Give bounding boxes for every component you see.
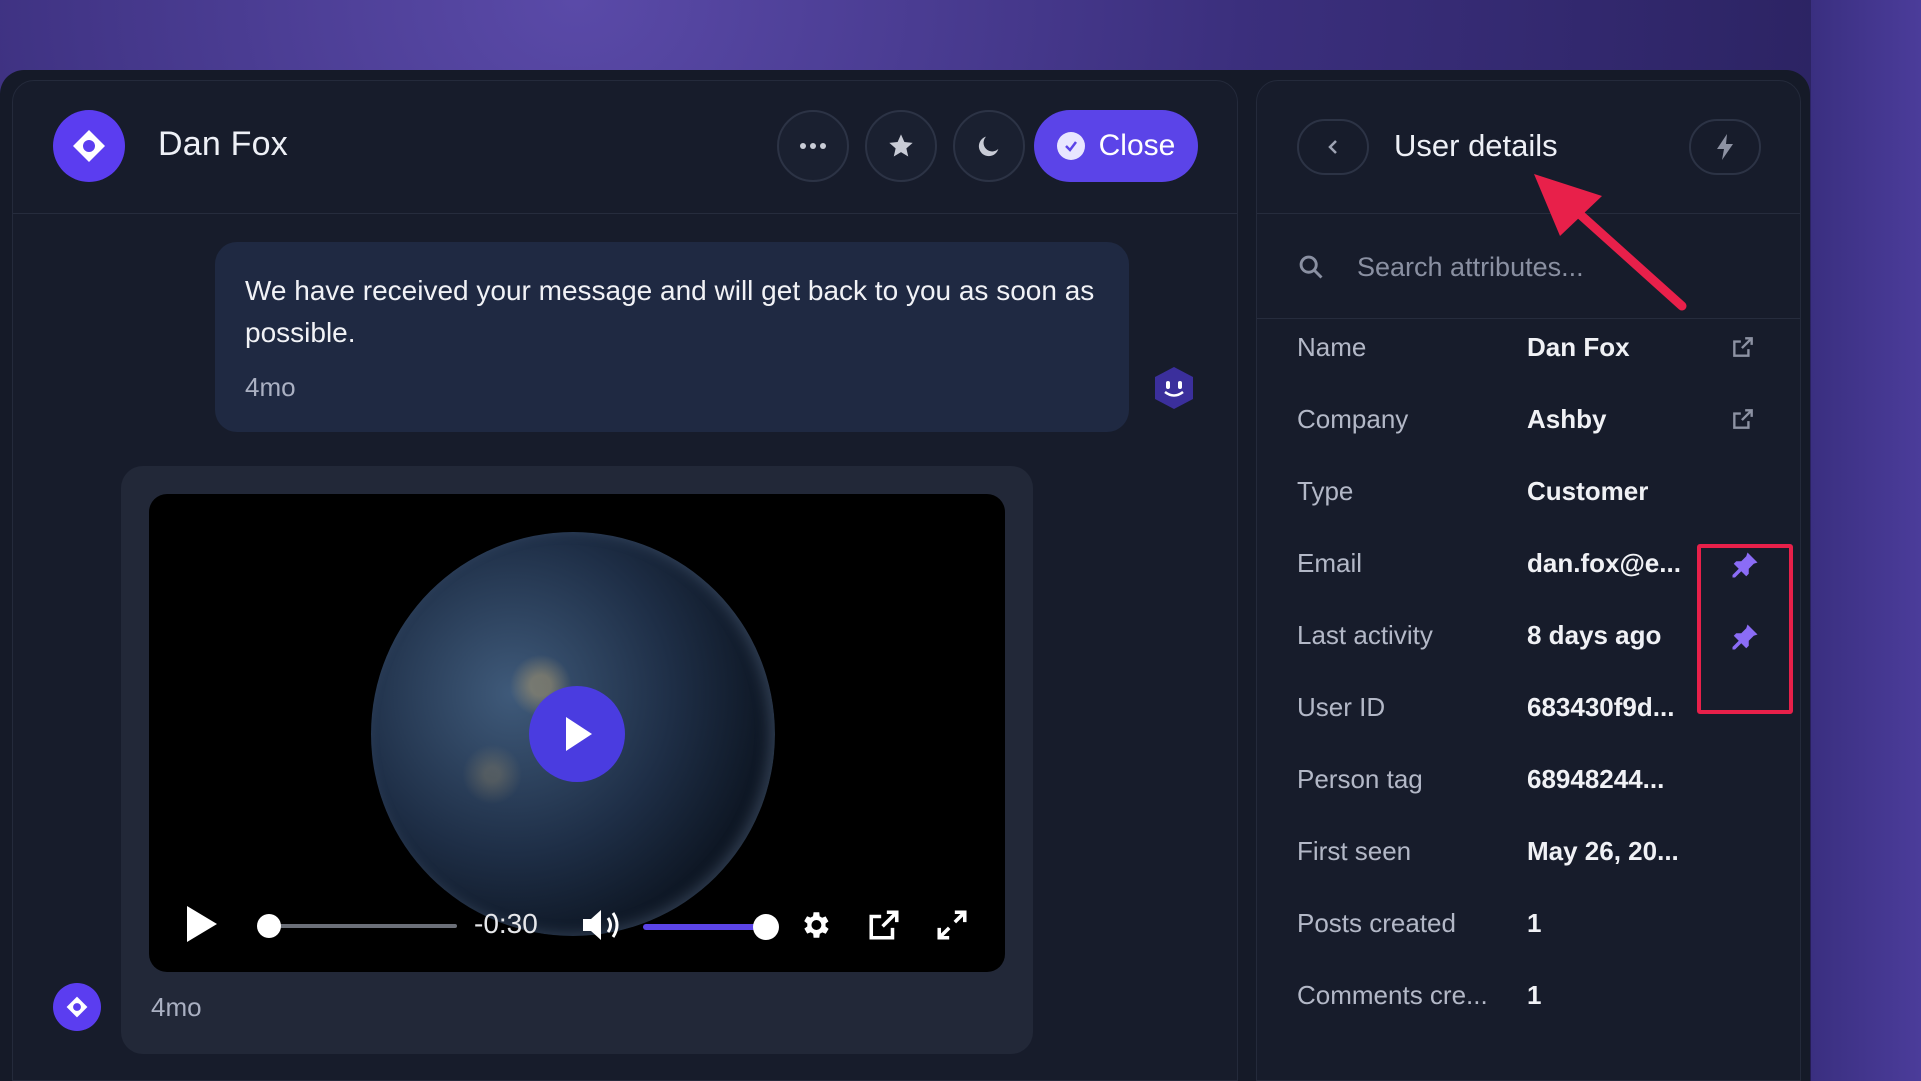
attribute-label: Email [1297,548,1363,578]
ellipsis-icon [800,143,826,149]
play-icon [566,717,592,751]
attribute-label: Name [1297,332,1367,362]
attribute-row: Name Dan Fox [1297,324,1767,374]
brand-avatar [53,110,125,182]
volume-icon[interactable] [581,906,625,944]
star-icon [889,134,913,157]
attribute-row: Comments cre... 1 [1297,972,1767,1022]
snooze-button[interactable] [953,110,1025,182]
attribute-value[interactable]: 683430f9d... [1527,692,1674,723]
annotation-highlight-box [1697,544,1793,714]
attribute-value[interactable]: dan.fox@e... [1527,548,1681,579]
attribute-label: User ID [1297,692,1386,722]
message-bubble: We have received your message and will g… [215,242,1129,432]
message-text: We have received your message and will g… [245,275,1095,348]
attribute-label: Last activity [1297,620,1433,650]
attribute-value[interactable]: Ashby [1527,404,1606,435]
bot-avatar-icon [1155,367,1193,409]
attribute-value[interactable]: 1 [1527,980,1541,1011]
attribute-label: First seen [1297,836,1412,866]
video-message-time: 4mo [151,992,202,1022]
attribute-row: Posts created 1 [1297,900,1767,950]
moon-icon [978,136,999,157]
close-button[interactable]: Close [1034,110,1198,182]
big-play-button[interactable] [529,686,625,782]
attribute-value[interactable]: 68948244... [1527,764,1664,795]
diamond-logo-icon [66,996,88,1018]
attribute-value[interactable]: May 26, 20... [1527,836,1679,867]
video-player[interactable]: -0:30 [149,494,1005,972]
lightning-icon [1717,134,1733,160]
search-icon [1299,255,1323,279]
conversation-panel: Dan Fox Close We have received your mess… [12,80,1238,1081]
sender-avatar [53,983,101,1031]
attribute-label: Company [1297,404,1409,434]
background-edge [1811,0,1921,1081]
attribute-row: Person tag 68948244... [1297,756,1767,806]
seek-bar[interactable] [267,924,457,928]
settings-gear-icon[interactable] [798,908,832,942]
attribute-label: Person tag [1297,764,1423,794]
chevron-left-icon [1328,140,1337,154]
time-remaining: -0:30 [474,908,538,939]
attribute-value[interactable]: 1 [1527,908,1541,939]
annotation-arrow-icon [1534,174,1687,311]
popout-icon[interactable] [867,908,901,942]
play-control-icon[interactable] [183,904,219,944]
conversation-header: Dan Fox Close [13,81,1237,214]
close-button-label: Close [1098,129,1176,162]
attribute-value[interactable]: 8 days ago [1527,620,1661,651]
attribute-row: First seen May 26, 20... [1297,828,1767,878]
volume-slider[interactable] [643,924,767,930]
attribute-label: Comments cre... [1297,980,1488,1010]
volume-handle[interactable] [753,914,779,940]
fullscreen-icon[interactable] [935,908,969,942]
attribute-row: Company Ashby [1297,396,1767,446]
attribute-row: Type Customer [1297,468,1767,518]
conversation-title: Dan Fox [158,125,288,163]
check-circle-icon [1056,132,1085,160]
external-link-icon[interactable] [1730,406,1756,437]
star-button[interactable] [865,110,937,182]
message-time: 4mo [245,372,296,402]
diamond-logo-icon [73,130,105,162]
user-details-title: User details [1394,128,1558,163]
more-options-button[interactable] [777,110,849,182]
attribute-value[interactable]: Dan Fox [1527,332,1630,363]
video-message-card: -0:30 4mo [121,466,1033,1054]
back-button[interactable] [1297,119,1369,175]
attribute-label: Type [1297,476,1354,506]
attribute-label: Posts created [1297,908,1456,938]
attribute-value[interactable]: Customer [1527,476,1648,507]
external-link-icon[interactable] [1730,334,1756,365]
seek-handle[interactable] [257,914,281,938]
